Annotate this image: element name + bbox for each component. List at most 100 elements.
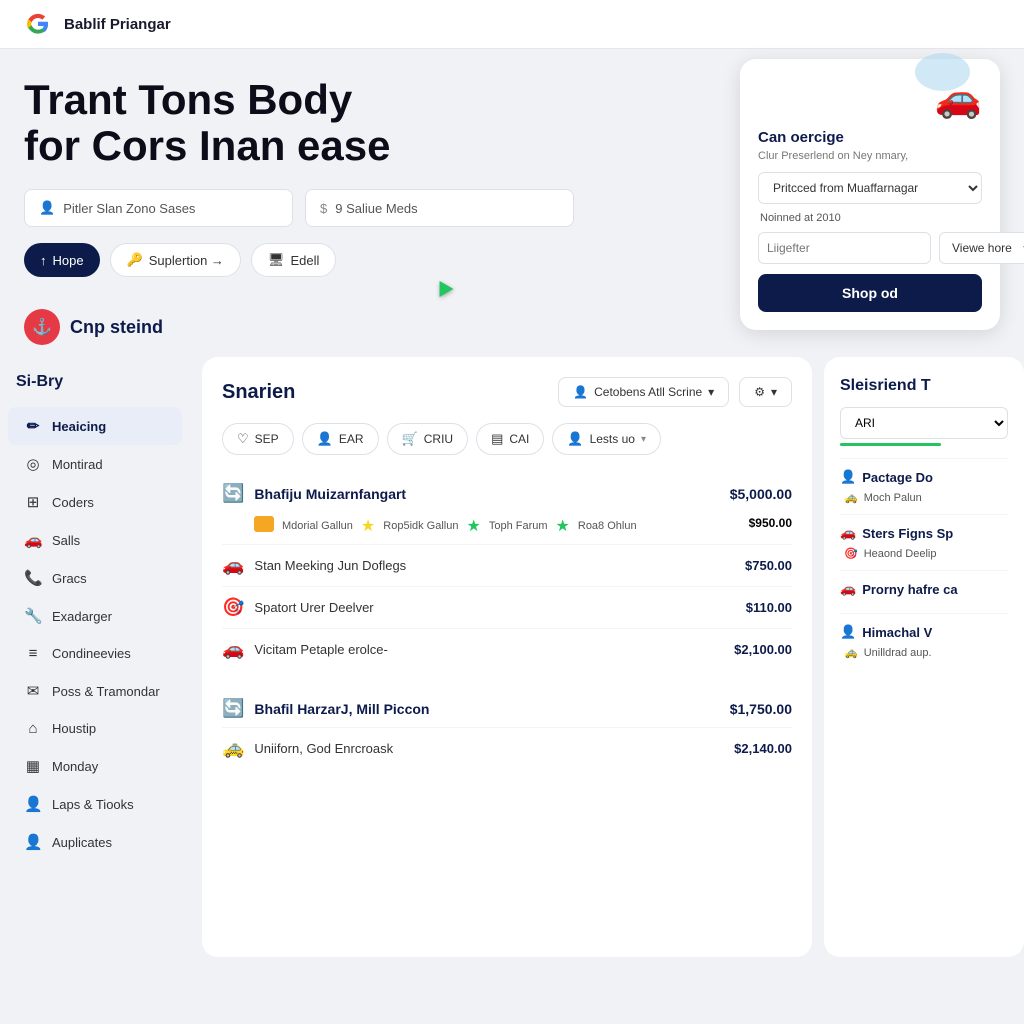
shop-button[interactable]: Shop od	[758, 274, 982, 312]
taxi-icon-right1: 🚕	[844, 491, 858, 504]
hero-heading: Trant Tons Body for Cors Inan ease	[24, 77, 574, 169]
taxi-icon-right4: 🚕	[844, 646, 858, 659]
right-item-3: 🚗 Prorny hafre ca	[840, 570, 1008, 613]
person-icon: 👤	[573, 385, 588, 399]
car-icon-item3: 🚗	[222, 639, 244, 660]
star-icon-3: ★	[556, 516, 570, 536]
badge-2: Rop5idk Gallun	[383, 516, 458, 536]
right-item-sub-4: 🚕 Unilldrad aup.	[840, 646, 1008, 659]
topbar: Bablif Priangar	[0, 0, 1024, 49]
item-text-1: Stan Meeking Jun Doflegs	[254, 558, 406, 573]
filter-suplertion-button[interactable]: 🔑 Suplertion →	[110, 243, 241, 277]
transaction-group-1: 🔄 Bhafiju Muizarnfangart $5,000.00 Mdori…	[222, 471, 792, 670]
sidebar-item-salls[interactable]: 🚗 Salls	[8, 521, 182, 559]
list-icon: ≡	[24, 645, 42, 662]
chevron-down-icon2: ▾	[771, 385, 777, 399]
right-panel-select[interactable]: ARI	[840, 407, 1008, 439]
customers-button[interactable]: 👤 Cetobens Atll Scrine ▾	[558, 377, 729, 407]
car-card-name: Can oercige	[758, 129, 982, 146]
car-image: 🚗	[935, 78, 982, 120]
filter-tab-sep[interactable]: ♡ SEP	[222, 423, 294, 455]
item-left-3: 🚗 Vicitam Petaple erolce-	[222, 639, 388, 660]
transaction-group-2: 🔄 Bhafil HarzarJ, Mill Piccon $1,750.00 …	[222, 686, 792, 769]
transaction-badges: Mdorial Gallun ★ Rop5idk Gallun ★ Toph F…	[222, 512, 792, 544]
sidebar-item-montirad[interactable]: ◎ Montirad	[8, 445, 182, 483]
filter-tab-criu[interactable]: 🛒 CRIU	[387, 423, 469, 455]
user-icon: 👤	[24, 795, 42, 813]
filter-tab-cai[interactable]: ▤ CAI	[476, 423, 544, 455]
filter-edell-button[interactable]: 🖥 Edell	[251, 243, 336, 277]
cart-icon: 🛒	[402, 431, 418, 447]
target-icon-right2: 🎯	[844, 547, 858, 560]
search-bar: 👤 Pitler Slan Zono Sases $ 9 Saliue Meds	[24, 189, 574, 227]
filter-buttons: ↑ Hope 🔑 Suplertion → 🖥 Edell	[24, 243, 574, 277]
sidebar-item-houstip[interactable]: ⌂ Houstip	[8, 710, 182, 747]
monitor-icon: 🖥	[268, 252, 285, 268]
car-icon: 🚗	[24, 531, 42, 549]
sidebar-item-gracs[interactable]: 📞 Gracs	[8, 559, 182, 597]
sidebar-item-heaicing[interactable]: ✏ Heaicing	[8, 407, 182, 445]
wrench-icon: 🔧	[24, 607, 42, 625]
phone-icon: 📞	[24, 569, 42, 587]
star-icon-2: ★	[466, 516, 480, 536]
filter-tabs: ♡ SEP 👤 EAR 🛒 CRIU ▤ CAI 👤 Lests uo ▾	[222, 423, 792, 455]
item-amount-2: $110.00	[746, 600, 792, 615]
grid-icon: ⊞	[24, 493, 42, 511]
chevron-down-icon3: ▾	[641, 434, 646, 445]
right-item-2: 🚗 Sters Figns Sp 🎯 Heaond Deelip	[840, 514, 1008, 570]
sidebar-item-monday[interactable]: ▦ Monday	[8, 747, 182, 785]
sync-icon2: 🔄	[222, 698, 244, 719]
company-icon: ⚓	[24, 309, 60, 345]
person-icon: 👤	[39, 200, 55, 216]
car-icon-right3: 🚗	[840, 581, 856, 597]
item-amount-4: $2,140.00	[734, 741, 792, 756]
search-input-amount[interactable]: $ 9 Saliue Meds	[305, 189, 574, 227]
mail-icon: ✉	[24, 682, 42, 700]
panel-header: Snarien 👤 Cetobens Atll Scrine ▾ ⚙ ▾	[222, 377, 792, 407]
transaction-header-1: 🔄 Bhafiju Muizarnfangart $5,000.00	[222, 471, 792, 512]
sidebar-item-poss[interactable]: ✉ Poss & Tramondar	[8, 672, 182, 710]
user3-icon: 👤	[567, 431, 583, 447]
car-year-label: Noinned at 2010	[758, 212, 982, 224]
settings-button[interactable]: ⚙ ▾	[739, 377, 792, 407]
gear-icon: ⚙	[754, 385, 765, 399]
main-layout: Si-Bry ✏ Heaicing ◎ Montirad ⊞ Coders 🚗 …	[0, 357, 1024, 957]
right-item-sub-2: 🎯 Heaond Deelip	[840, 547, 1008, 560]
item-amount-3: $2,100.00	[734, 642, 792, 657]
user-icon: 👤	[317, 431, 333, 447]
sidebar-item-auplicates[interactable]: 👤 Auplicates	[8, 823, 182, 861]
sync-icon: 🔄	[222, 483, 244, 504]
item-text-3: Vicitam Petaple erolce-	[254, 642, 387, 657]
right-item-4: 👤 Himachal V 🚕 Unilldrad aup.	[840, 613, 1008, 669]
car-input-field[interactable]	[758, 232, 931, 264]
person-icon-right1: 👤	[840, 469, 856, 485]
sidebar-item-coders[interactable]: ⊞ Coders	[8, 483, 182, 521]
sidebar-title: Si-Bry	[0, 373, 190, 407]
filter-tab-lests[interactable]: 👤 Lests uo ▾	[552, 423, 661, 455]
hero-section: Trant Tons Body for Cors Inan ease 👤 Pit…	[0, 49, 1024, 297]
sidebar-item-laps[interactable]: 👤 Laps & Tiooks	[8, 785, 182, 823]
filter-hope-button[interactable]: ↑ Hope	[24, 243, 100, 277]
car-view-select[interactable]: Viewe hore	[939, 232, 1024, 264]
sidebar-item-condineevies[interactable]: ≡ Condineevies	[8, 635, 182, 672]
badge-icon-1	[254, 516, 274, 532]
company-name: Cnp steind	[70, 317, 163, 338]
google-logo	[24, 10, 52, 38]
anchor-icon: ⚓	[32, 317, 52, 337]
search-input-location[interactable]: 👤 Pitler Slan Zono Sases	[24, 189, 293, 227]
transaction-item-4: 🚕 Uniiforn, God Enrcroask $2,140.00	[222, 727, 792, 769]
panel-title: Snarien	[222, 381, 295, 404]
item-text-4: Uniiforn, God Enrcroask	[254, 741, 393, 756]
edit-icon: ✏	[24, 417, 42, 435]
car-location-select[interactable]: Pritcced from Muaffarnagar	[758, 172, 982, 204]
transaction-amount-2: $1,750.00	[730, 701, 792, 717]
filter-tab-ear[interactable]: 👤 EAR	[302, 423, 379, 455]
dollar-icon: $	[320, 201, 327, 216]
item-text-2: Spatort Urer Deelver	[254, 600, 373, 615]
item-left-1: 🚗 Stan Meeking Jun Doflegs	[222, 555, 406, 576]
doc-icon: ▤	[491, 431, 503, 447]
progress-bar	[840, 443, 941, 446]
sidebar-item-exadarger[interactable]: 🔧 Exadarger	[8, 597, 182, 635]
transaction-item-2: 🎯 Spatort Urer Deelver $110.00	[222, 586, 792, 628]
chevron-down-icon: ▾	[708, 385, 714, 399]
